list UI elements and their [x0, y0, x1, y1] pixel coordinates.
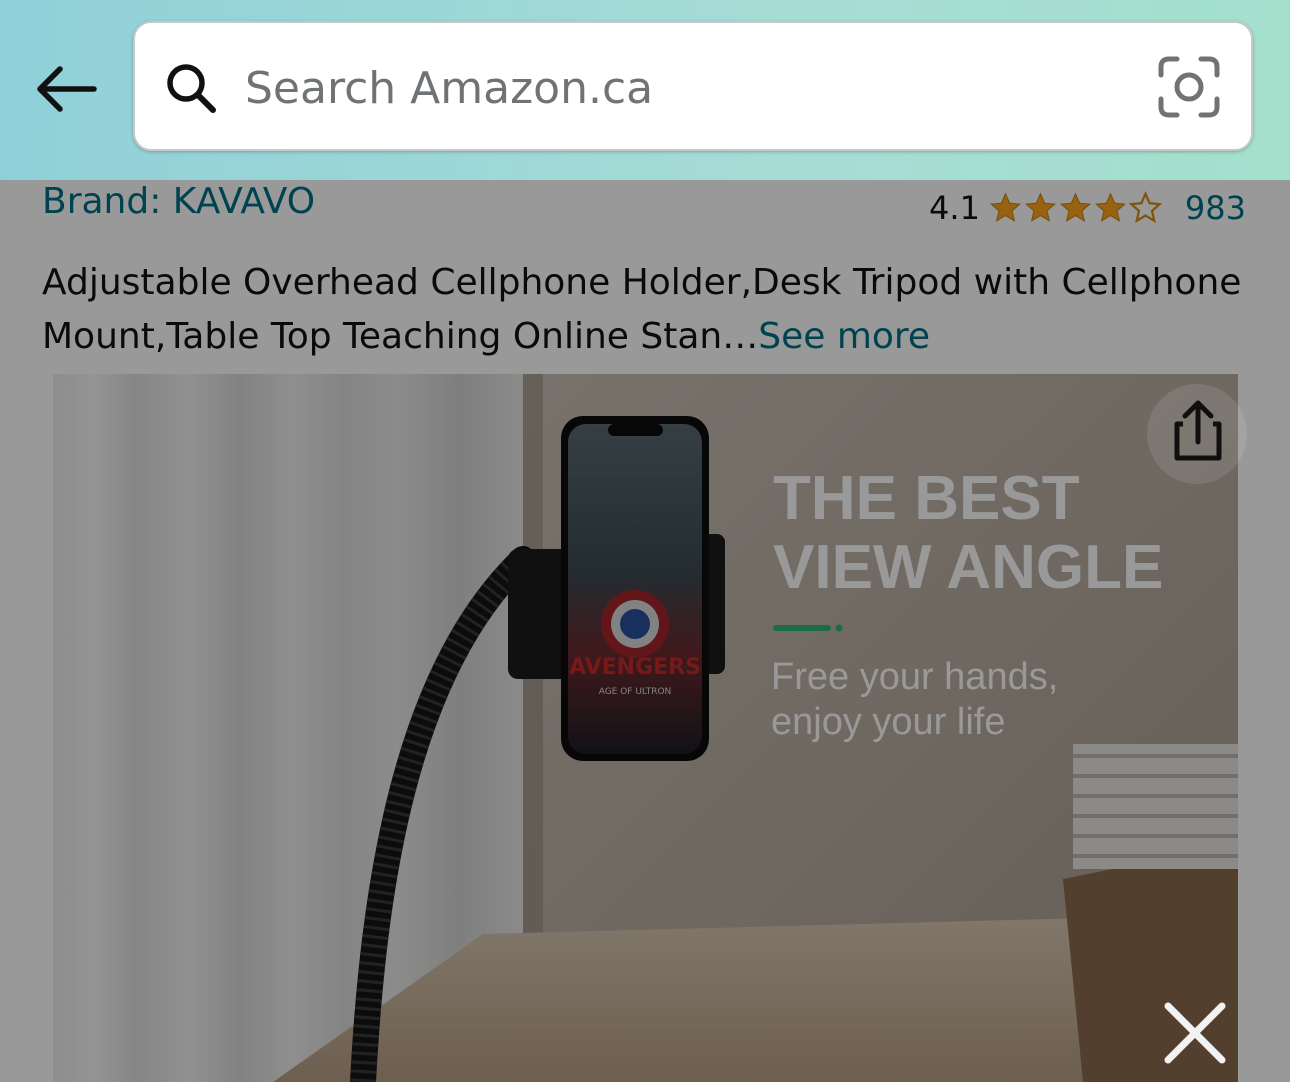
search-box[interactable] [133, 21, 1253, 151]
product-title-text: Adjustable Overhead Cellphone Holder,Des… [42, 262, 1242, 357]
close-button[interactable] [1162, 1000, 1228, 1066]
rating-summary[interactable]: 4.1 983 [929, 186, 1246, 230]
camera-lens-icon [1158, 56, 1220, 118]
search-icon [167, 64, 216, 113]
share-button[interactable] [1147, 384, 1247, 484]
arrow-left-icon [37, 66, 97, 112]
accent-line [773, 625, 831, 631]
rating-value: 4.1 [929, 189, 980, 227]
search-input[interactable] [245, 43, 1125, 133]
phone-poster-title: AVENGERS [569, 655, 701, 680]
image-subtext-line2: enjoy your life [771, 701, 1005, 743]
image-subtext-line1: Free your hands, [771, 656, 1058, 698]
star-rating [988, 191, 1163, 225]
see-more-link[interactable]: See more [758, 316, 930, 357]
image-headline-line1: THE BEST [773, 464, 1080, 533]
brand-link[interactable]: Brand: KAVAVO [42, 180, 315, 224]
phone-poster-subtitle: AGE OF ULTRON [599, 687, 672, 697]
product-detail: Brand: KAVAVO 4.1 983 Adjustable Overhea… [0, 180, 1290, 1082]
star-full-icon [1094, 192, 1126, 222]
product-title: Adjustable Overhead Cellphone Holder,Des… [42, 256, 1252, 364]
star-full-icon [1024, 192, 1056, 222]
image-headline-line2: VIEW ANGLE [773, 533, 1163, 602]
review-count[interactable]: 983 [1185, 189, 1246, 227]
share-icon [1174, 400, 1222, 461]
star-empty-icon [1128, 191, 1163, 224]
close-icon [1164, 1002, 1226, 1064]
product-image[interactable]: AVENGERS AGE OF ULTRON THE BEST VIEW ANG… [53, 374, 1238, 1082]
product-photo: AVENGERS AGE OF ULTRON THE BEST VIEW ANG… [53, 374, 1238, 1082]
star-full-icon [1059, 192, 1091, 222]
top-search-bar [0, 0, 1290, 180]
back-button[interactable] [34, 60, 98, 120]
star-full-icon [989, 192, 1021, 222]
